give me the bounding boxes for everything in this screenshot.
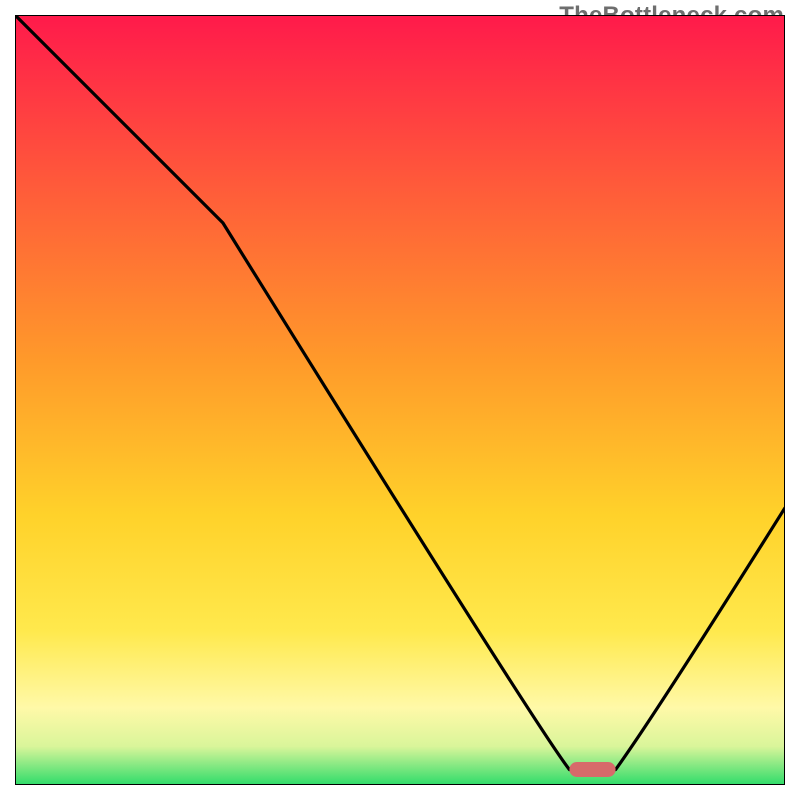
chart-svg (15, 15, 785, 785)
plot-area (15, 15, 785, 785)
optimal-range-marker (569, 762, 615, 777)
chart-frame: TheBottleneck.com (0, 0, 800, 800)
